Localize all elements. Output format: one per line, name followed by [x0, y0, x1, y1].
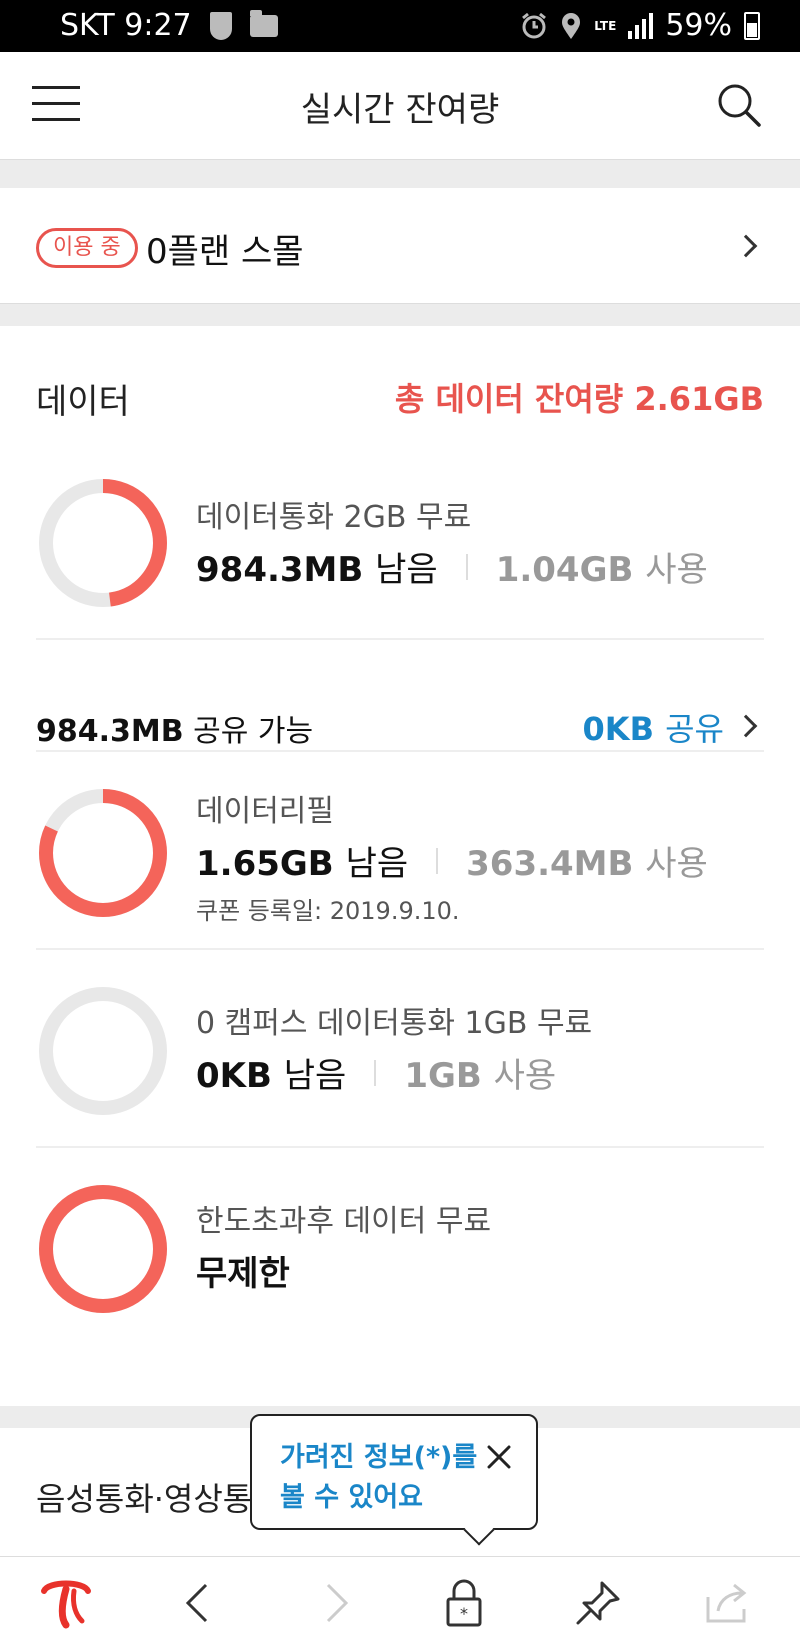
- remaining-amount: 984.3MB 남음: [196, 542, 438, 591]
- remaining-amount: 1.65GB 남음: [196, 836, 408, 885]
- coupon-registration-date: 쿠폰 등록일: 2019.9.10.: [196, 897, 460, 925]
- data-item-text: 한도초과후 데이터 무료 무제한: [196, 1196, 491, 1295]
- share-link[interactable]: 0KB 공유: [583, 704, 724, 750]
- data-item-text: 데이터통화 2GB 무료 984.3MB 남음 1.04GB 사용: [196, 492, 708, 591]
- data-item-name: 한도초과후 데이터 무료: [196, 1204, 492, 1239]
- hidden-info-tooltip: 가려진 정보(*)를 볼 수 있어요: [250, 1414, 538, 1546]
- data-item-name: 데이터리필: [196, 794, 334, 829]
- divider: [36, 948, 764, 950]
- plan-name: 0플랜 스몰: [146, 232, 304, 272]
- status-left: SKT 9:27: [60, 8, 278, 43]
- used-suffix: 사용: [645, 550, 708, 590]
- share-icon[interactable]: [700, 1577, 756, 1629]
- divider: [36, 1146, 764, 1148]
- forward-arrow-icon[interactable]: [308, 1577, 364, 1629]
- data-item[interactable]: 데이터리필 1.65GB 남음 363.4MB 사용 쿠폰 등록일: 2019.…: [36, 786, 764, 925]
- remaining-value: 984.3MB: [196, 550, 364, 590]
- share-available-suffix: 공유 가능: [193, 714, 314, 749]
- value-divider: [374, 1059, 377, 1086]
- used-value: 363.4MB: [466, 844, 634, 884]
- app-header: 실시간 잔여량: [0, 52, 800, 160]
- remaining-value: 무제한: [196, 1254, 290, 1294]
- tooltip-text: 가려진 정보(*)를 볼 수 있어요: [280, 1438, 477, 1518]
- used-suffix: 사용: [493, 1056, 557, 1096]
- location-icon: [562, 12, 581, 39]
- clock-label: 9:27: [124, 8, 192, 43]
- share-available-value: 984.3MB: [36, 714, 184, 749]
- data-item[interactable]: 한도초과후 데이터 무료 무제한: [36, 1182, 764, 1316]
- status-right: LTE 59%: [520, 8, 760, 43]
- value-divider: [436, 847, 439, 874]
- tooltip-line-1: 가려진 정보(*)를: [280, 1442, 478, 1473]
- chevron-right-icon: [734, 714, 758, 738]
- shield-icon: [209, 11, 232, 40]
- signal-icon: [628, 12, 654, 39]
- remaining-value: 1.65GB: [196, 844, 334, 884]
- status-time-group: SKT 9:27: [60, 8, 192, 43]
- network-type-label: LTE: [594, 18, 617, 33]
- battery-icon: [744, 11, 760, 40]
- svg-text:*: *: [460, 1604, 468, 1623]
- usage-ring-icon: [39, 479, 167, 607]
- pin-icon[interactable]: [570, 1577, 626, 1629]
- data-item-values: 1.65GB 남음 363.4MB 사용: [196, 836, 708, 885]
- remaining-suffix: 남음: [375, 550, 438, 590]
- data-section: 데이터 총 데이터 잔여량 2.61GB 데이터통화 2GB 무료 984.3M…: [0, 326, 800, 1406]
- usage-ring-icon: [39, 987, 167, 1115]
- back-arrow-icon[interactable]: [170, 1577, 226, 1629]
- data-item-values: 무제한: [196, 1246, 491, 1295]
- chevron-right-icon: [734, 234, 758, 258]
- data-item[interactable]: 데이터통화 2GB 무료 984.3MB 남음 1.04GB 사용: [36, 476, 764, 610]
- used-amount: 1.04GB 사용: [496, 542, 708, 591]
- plan-card[interactable]: 이용 중 0플랜 스몰: [0, 188, 800, 304]
- share-row[interactable]: 984.3MB 공유 가능 0KB 공유: [36, 694, 764, 754]
- folder-icon: [249, 9, 278, 37]
- data-item[interactable]: 0 캠퍼스 데이터통화 1GB 무료 0KB 남음 1GB 사용: [36, 984, 764, 1118]
- tworld-logo-icon[interactable]: [38, 1577, 94, 1629]
- tooltip-line-2: 볼 수 있어요: [280, 1482, 423, 1513]
- remaining-value: 0KB: [196, 1056, 272, 1096]
- data-item-values: 0KB 남음 1GB 사용: [196, 1048, 592, 1097]
- usage-ring-icon: [39, 1185, 167, 1313]
- ring-remaining-arc: [39, 1185, 167, 1313]
- used-amount: 363.4MB 사용: [466, 836, 708, 885]
- divider: [36, 750, 764, 752]
- in-use-badge: 이용 중: [36, 228, 138, 268]
- share-link-suffix: 공유: [665, 710, 724, 748]
- data-item-text: 0 캠퍼스 데이터통화 1GB 무료 0KB 남음 1GB 사용: [196, 998, 592, 1097]
- usage-ring-icon: [39, 789, 167, 917]
- close-icon[interactable]: [486, 1444, 512, 1470]
- lock-icon[interactable]: *: [436, 1577, 492, 1629]
- voice-section-title: 음성통화·영상통화: [36, 1480, 282, 1518]
- divider: [36, 638, 764, 640]
- share-available: 984.3MB 공유 가능: [36, 706, 313, 750]
- data-item-text: 데이터리필 1.65GB 남음 363.4MB 사용 쿠폰 등록일: 2019.…: [196, 786, 708, 926]
- ring-track: [39, 987, 167, 1115]
- used-suffix: 사용: [645, 844, 708, 884]
- data-section-title: 데이터: [36, 382, 130, 422]
- status-bar: SKT 9:27 LTE 59%: [0, 0, 800, 52]
- value-divider: [465, 553, 468, 580]
- remaining-amount: 0KB 남음: [196, 1048, 346, 1097]
- data-item-name: 데이터통화 2GB 무료: [196, 500, 472, 535]
- used-amount: 1GB 사용: [404, 1048, 556, 1097]
- data-item-values: 984.3MB 남음 1.04GB 사용: [196, 542, 708, 591]
- search-icon[interactable]: [716, 82, 762, 128]
- carrier-label: SKT: [60, 8, 115, 43]
- bottom-navigation-bar: *: [0, 1556, 800, 1644]
- page-title: 실시간 잔여량: [300, 90, 500, 130]
- share-link-value: 0KB: [582, 710, 654, 748]
- alarm-icon: [522, 12, 547, 38]
- remaining-suffix: 남음: [345, 844, 409, 884]
- total-data-remaining: 총 데이터 잔여량 2.61GB: [394, 380, 764, 418]
- data-item-name: 0 캠퍼스 데이터통화 1GB 무료: [196, 1006, 593, 1041]
- used-value: 1.04GB: [495, 550, 634, 590]
- battery-percent: 59%: [665, 8, 732, 43]
- remaining-suffix: 남음: [283, 1056, 347, 1096]
- used-value: 1GB: [404, 1056, 482, 1096]
